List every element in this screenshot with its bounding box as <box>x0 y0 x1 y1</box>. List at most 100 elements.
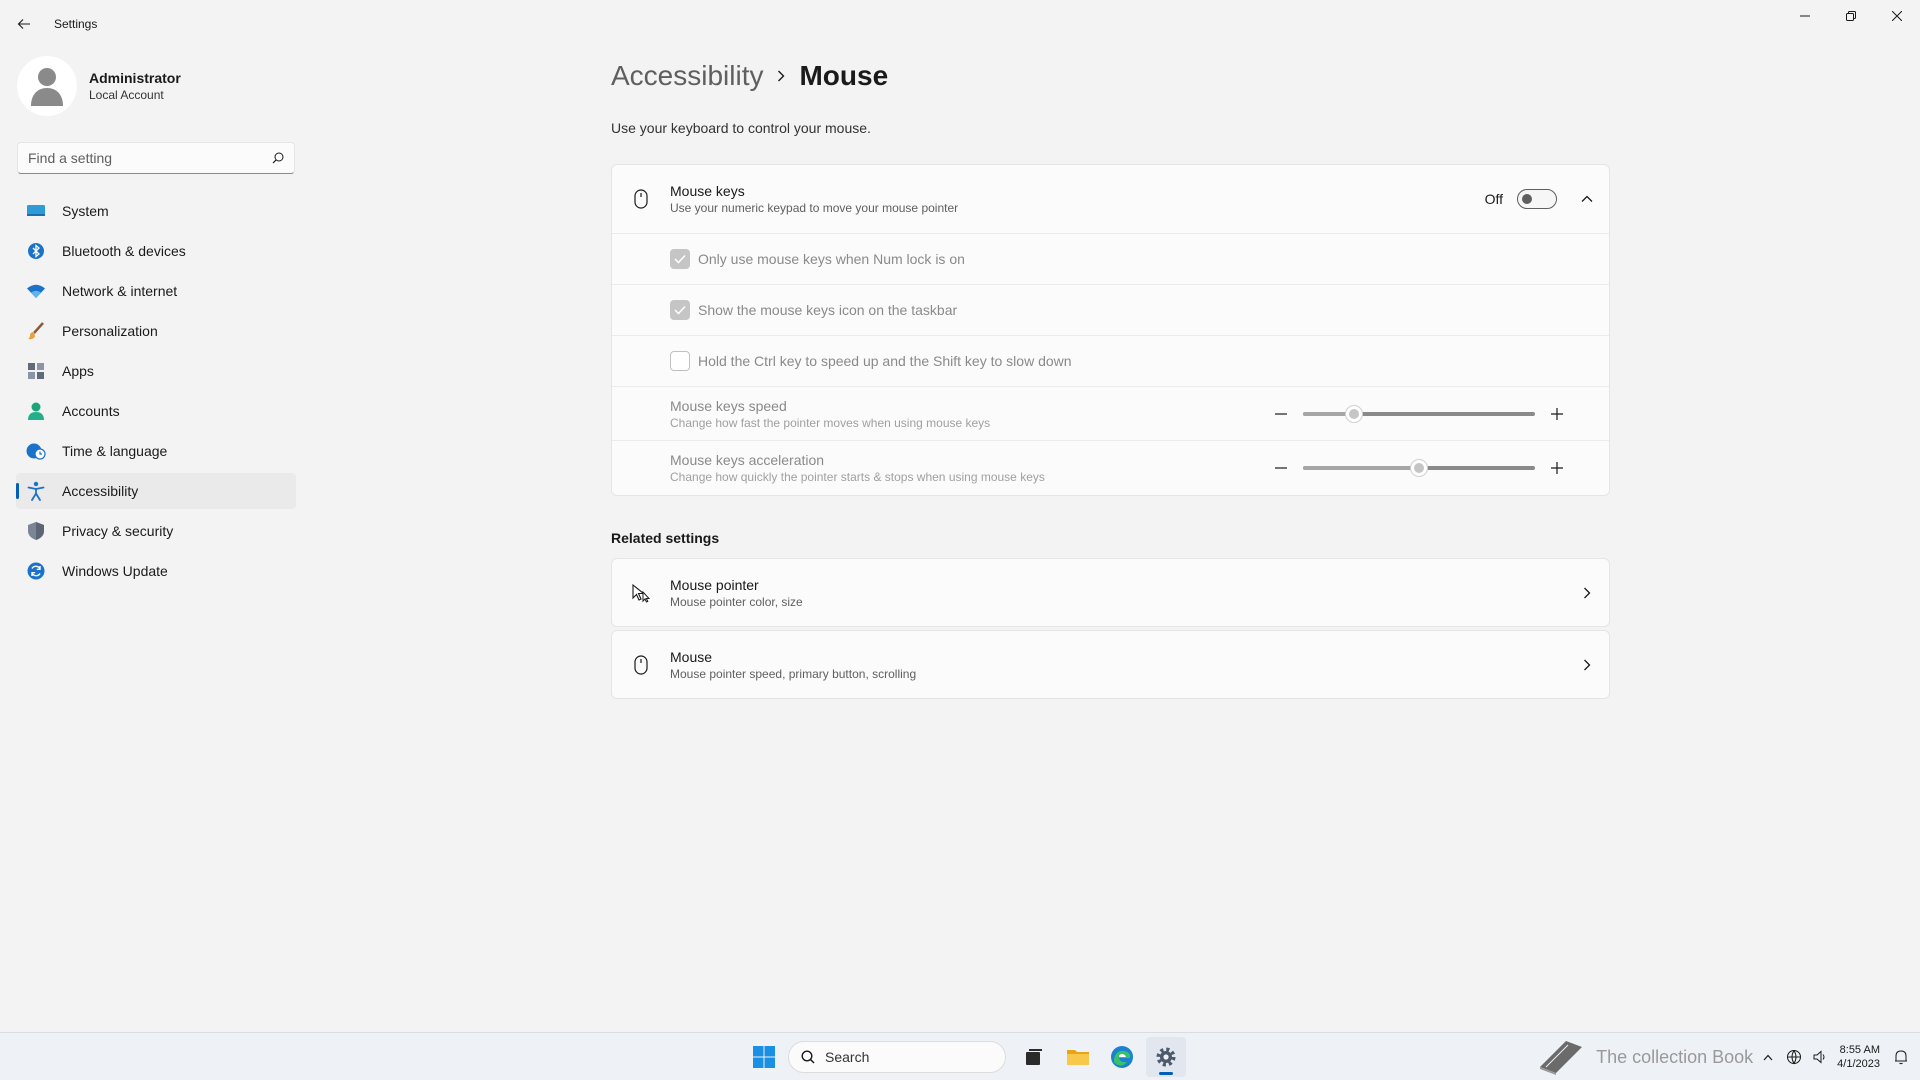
toggle-knob <box>1522 194 1532 204</box>
mouse-settings-link[interactable]: Mouse Mouse pointer speed, primary butto… <box>611 630 1610 699</box>
system-icon <box>26 201 46 221</box>
acceleration-description: Change how quickly the pointer starts & … <box>670 470 1045 484</box>
accessibility-icon <box>26 481 46 501</box>
gear-icon <box>1156 1047 1176 1067</box>
notification-bell-icon[interactable] <box>1890 1046 1912 1068</box>
shield-icon <box>26 521 46 541</box>
sidebar-item-time-language[interactable]: Time & language <box>16 433 296 469</box>
mouse-keys-title: Mouse keys <box>670 183 745 199</box>
speed-slider-control <box>1271 404 1567 424</box>
brush-icon <box>26 321 46 341</box>
taskbar-icon-checkbox[interactable] <box>670 300 690 320</box>
sidebar-item-label: Accessibility <box>62 483 139 499</box>
task-view-icon <box>1026 1049 1042 1065</box>
acceleration-row: Mouse keys acceleration Change how quick… <box>612 441 1609 495</box>
sidebar-item-system[interactable]: System <box>16 193 296 229</box>
sidebar-item-label: Windows Update <box>62 563 168 579</box>
search-icon <box>272 152 284 164</box>
mouse-pointer-texts: Mouse pointer Mouse pointer color, size <box>670 577 1583 609</box>
search-box <box>17 142 295 174</box>
mouse-pointer-link[interactable]: Mouse pointer Mouse pointer color, size <box>611 558 1610 627</box>
folder-icon <box>1067 1050 1089 1065</box>
settings-app-button[interactable] <box>1146 1037 1186 1077</box>
clock[interactable]: 8:55 AM 4/1/2023 <box>1837 1043 1880 1071</box>
checkbox-label: Only use mouse keys when Num lock is on <box>698 251 965 267</box>
link-description: Mouse pointer speed, primary button, scr… <box>670 666 917 681</box>
tray-overflow-chevron-icon[interactable] <box>1757 1046 1779 1068</box>
sidebar-item-accessibility[interactable]: Accessibility <box>16 473 296 509</box>
numlock-checkbox[interactable] <box>670 249 690 269</box>
taskbar-center: Search <box>744 1033 1190 1080</box>
start-button[interactable] <box>744 1037 784 1077</box>
clock-time: 8:55 AM <box>1839 1044 1880 1056</box>
taskbar: Search The collection Book 8:55 AM 4/1/2… <box>0 1032 1920 1080</box>
profile-text: Administrator Local Account <box>89 70 181 102</box>
avatar <box>17 56 77 116</box>
taskbar-search[interactable]: Search <box>788 1041 1006 1073</box>
speed-slider[interactable] <box>1303 404 1535 423</box>
sidebar-item-windows-update[interactable]: Windows Update <box>16 553 296 589</box>
mouse-keys-description: Use your numeric keypad to move your mou… <box>670 201 959 215</box>
mouse-keys-texts: Mouse keys Use your numeric keypad to mo… <box>670 183 1485 215</box>
slider-thumb[interactable] <box>1410 459 1428 477</box>
edge-button[interactable] <box>1102 1037 1142 1077</box>
window-controls <box>1782 0 1920 32</box>
acceleration-decrease-button[interactable] <box>1271 458 1291 478</box>
taskbar-search-label: Search <box>825 1049 870 1065</box>
sidebar-item-bluetooth[interactable]: Bluetooth & devices <box>16 233 296 269</box>
sidebar-item-accounts[interactable]: Accounts <box>16 393 296 429</box>
file-explorer-button[interactable] <box>1058 1037 1098 1077</box>
back-button[interactable] <box>4 4 44 44</box>
checkbox-label: Show the mouse keys icon on the taskbar <box>698 302 958 318</box>
task-view-button[interactable] <box>1014 1037 1054 1077</box>
speed-title: Mouse keys speed <box>670 397 787 414</box>
sidebar-item-privacy-security[interactable]: Privacy & security <box>16 513 296 549</box>
acceleration-increase-button[interactable] <box>1547 458 1567 478</box>
update-icon <box>26 561 46 581</box>
sidebar-item-label: Bluetooth & devices <box>62 243 186 259</box>
mouse-keys-header[interactable]: Mouse keys Use your numeric keypad to mo… <box>612 165 1609 234</box>
sidebar-item-label: Accounts <box>62 403 120 419</box>
accounts-icon <box>26 401 46 421</box>
search-input[interactable] <box>28 150 272 166</box>
app-title: Settings <box>54 17 98 31</box>
speed-row: Mouse keys speed Change how fast the poi… <box>612 387 1609 441</box>
link-description: Mouse pointer color, size <box>670 594 803 609</box>
mouse-pointer-icon <box>612 583 670 603</box>
page-title: Mouse <box>799 60 889 91</box>
restore-button[interactable] <box>1828 0 1874 32</box>
mouse-keys-toggle[interactable] <box>1517 189 1557 209</box>
speed-decrease-button[interactable] <box>1271 404 1291 424</box>
windows-logo-icon <box>753 1046 775 1068</box>
sidebar-item-label: Privacy & security <box>62 523 174 539</box>
sidebar-item-network[interactable]: Network & internet <box>16 273 296 309</box>
edge-browser-icon <box>1111 1046 1133 1068</box>
user-profile[interactable]: Administrator Local Account <box>16 56 296 116</box>
slider-thumb[interactable] <box>1345 404 1363 423</box>
profile-name: Administrator <box>89 70 181 86</box>
acceleration-slider-control <box>1271 458 1567 478</box>
mouse-icon <box>612 654 670 675</box>
sidebar-item-label: Network & internet <box>62 283 178 299</box>
collapse-button[interactable] <box>1571 183 1603 215</box>
speed-texts: Mouse keys speed Change how fast the poi… <box>670 398 1271 430</box>
checkmark-icon <box>674 305 686 315</box>
close-icon <box>1892 11 1902 21</box>
watermark-text: The collection Book <box>1596 1046 1754 1067</box>
sidebar-item-personalization[interactable]: Personalization <box>16 313 296 349</box>
ctrl-shift-checkbox[interactable] <box>670 351 690 371</box>
sidebar-item-apps[interactable]: Apps <box>16 353 296 389</box>
minimize-button[interactable] <box>1782 0 1828 32</box>
page-description: Use your keyboard to control your mouse. <box>611 120 871 136</box>
link-title: Mouse <box>670 648 713 665</box>
close-button[interactable] <box>1874 0 1920 32</box>
breadcrumb-parent-link[interactable]: Accessibility <box>611 60 763 92</box>
acceleration-slider[interactable] <box>1303 459 1535 477</box>
sidebar-item-label: System <box>62 203 109 219</box>
user-icon <box>31 68 63 106</box>
back-arrow-icon <box>17 19 30 29</box>
network-globe-icon[interactable] <box>1783 1046 1805 1068</box>
volume-icon[interactable] <box>1809 1046 1831 1068</box>
option-row: Show the mouse keys icon on the taskbar <box>612 285 1609 336</box>
speed-increase-button[interactable] <box>1547 404 1567 424</box>
